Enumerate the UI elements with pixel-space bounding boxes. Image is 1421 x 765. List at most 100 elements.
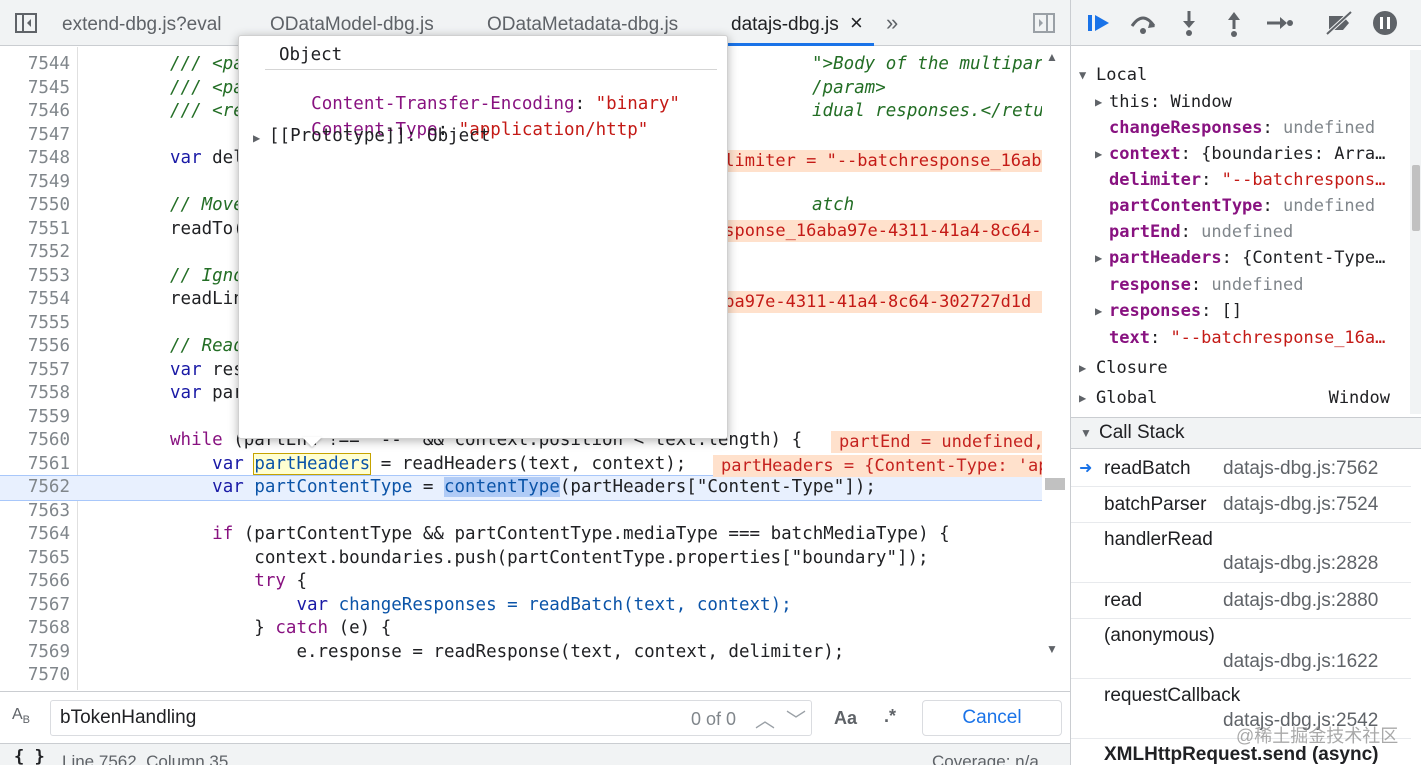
match-case-button[interactable]: Aa [834,708,857,729]
code-line[interactable]: 7564 if (partContentType && partContentT… [0,523,1042,547]
frame-location[interactable]: datajs-dbg.js:2828 [1223,553,1378,575]
frame-location[interactable]: datajs-dbg.js:7524 [1223,494,1378,516]
scroll-up-icon[interactable]: ▲ [1046,50,1058,64]
scope-variable-response[interactable]: response: undefined [1071,272,1411,298]
line-number[interactable]: 7562 [0,476,70,500]
line-number[interactable]: 7553 [0,265,70,289]
search-previous-icon[interactable]: ︿ [755,704,775,733]
line-number[interactable]: 7548 [0,147,70,171]
line-number[interactable]: 7561 [0,453,70,477]
code-line[interactable]: 7570 [0,664,1042,688]
code-line[interactable]: 7568 } catch (e) { [0,617,1042,641]
call-frame-handlerRead[interactable]: handlerRead datajs-dbg.js:2828 [1071,523,1411,583]
expand-variable-icon[interactable]: ▶ [1095,245,1102,271]
code-line[interactable]: 7563 [0,500,1042,524]
collapse-local-icon[interactable]: ▼ [1079,62,1086,88]
step-over-icon[interactable] [1127,8,1159,38]
line-number[interactable]: 7545 [0,77,70,101]
call-frame-readBatch[interactable]: ➜ readBatch datajs-dbg.js:7562 [1071,451,1411,487]
sidebar-scroll-thumb[interactable] [1412,165,1420,231]
scope-variable-partContentType[interactable]: partContentType: undefined [1071,193,1411,219]
expand-closure-icon[interactable]: ▶ [1079,355,1086,381]
tab-odatamodel-dbg[interactable]: ODataModel-dbg.js [270,14,434,36]
collapse-call-stack-icon[interactable]: ▼ [1080,418,1092,448]
expand-variable-icon[interactable]: ▶ [1095,89,1102,115]
line-number[interactable]: 7567 [0,594,70,618]
vertical-scroll-thumb[interactable] [1045,478,1065,490]
scope-local-header[interactable]: ▼ Local [1071,62,1411,88]
line-number[interactable]: 7549 [0,171,70,195]
line-number[interactable]: 7555 [0,312,70,336]
line-number[interactable]: 7560 [0,429,70,453]
step-out-icon[interactable] [1218,8,1250,38]
scope-variable-text[interactable]: text: "--batchresponse_16a… [1071,325,1411,351]
line-number[interactable]: 7547 [0,124,70,148]
scope-global-header[interactable]: ▶ Global Window [1071,385,1410,411]
line-number[interactable]: 7552 [0,241,70,265]
scope-variable-delimiter[interactable]: delimiter: "--batchrespons… [1071,167,1411,193]
scope-closure-header[interactable]: ▶ Closure [1071,355,1411,381]
tab-odatametadata-dbg[interactable]: ODataMetadata-dbg.js [487,14,678,36]
code-line[interactable]: 7565 context.boundaries.push(partContent… [0,547,1042,571]
line-number[interactable]: 7558 [0,382,70,406]
frame-location[interactable]: datajs-dbg.js:2880 [1223,590,1378,612]
close-tab-icon[interactable]: × [850,10,863,36]
popover-prototype-row[interactable]: [[Prototype]]: Object [269,126,490,146]
line-number[interactable]: 7554 [0,288,70,312]
toggle-navigator-icon[interactable] [14,12,38,34]
scope-variable-context[interactable]: ▶ context: {boundaries: Arra… [1071,141,1411,167]
code-line[interactable]: 7566 try { [0,570,1042,594]
call-frame-anonymous[interactable]: (anonymous) datajs-dbg.js:1622 [1071,619,1411,679]
line-number[interactable]: 7550 [0,194,70,218]
scope-variable-this[interactable]: ▶ this: Window [1071,89,1411,115]
replace-toggle-icon[interactable]: AB [12,706,30,726]
call-frame-read[interactable]: read datajs-dbg.js:2880 [1071,583,1411,619]
line-number[interactable]: 7565 [0,547,70,571]
scope-variable-partHeaders[interactable]: ▶ partHeaders: {Content-Type… [1071,245,1411,271]
line-number[interactable]: 7568 [0,617,70,641]
frame-location[interactable]: datajs-dbg.js:1622 [1223,651,1378,673]
step-into-icon[interactable] [1173,8,1205,38]
expand-variable-icon[interactable]: ▶ [1095,298,1102,324]
step-icon[interactable] [1263,8,1295,38]
code-text: var changeResponses = readBatch(text, co… [296,594,792,615]
more-tabs-icon[interactable]: » [886,10,898,36]
resume-icon[interactable] [1083,8,1115,38]
cancel-search-button[interactable]: Cancel [922,700,1062,736]
scroll-down-icon[interactable]: ▼ [1046,642,1058,656]
scope-variable-responses[interactable]: ▶ responses: [] [1071,298,1411,324]
expand-global-icon[interactable]: ▶ [1079,385,1086,411]
line-number[interactable]: 7570 [0,664,70,688]
frame-location[interactable]: datajs-dbg.js:7562 [1223,458,1378,480]
sidebar-scrollbar[interactable] [1410,50,1421,414]
code-line[interactable]: 7567 var changeResponses = readBatch(tex… [0,594,1042,618]
line-number[interactable]: 7556 [0,335,70,359]
tab-extend-dbg[interactable]: extend-dbg.js?eval [62,14,222,36]
current-execution-line[interactable]: 7562 var partContentType = contentType(p… [0,475,1042,501]
call-frame-batchParser[interactable]: batchParser datajs-dbg.js:7524 [1071,487,1411,523]
line-number[interactable]: 7551 [0,218,70,242]
expand-variable-icon[interactable]: ▶ [1095,141,1102,167]
toggle-debugger-icon[interactable] [1032,12,1056,34]
pause-on-exceptions-icon[interactable] [1369,8,1401,38]
line-number[interactable]: 7564 [0,523,70,547]
line-number[interactable]: 7566 [0,570,70,594]
line-number[interactable]: 7559 [0,406,70,430]
tab-datajs-dbg[interactable]: datajs-dbg.js [731,14,839,36]
call-stack-header[interactable]: ▼ Call Stack [1071,417,1421,449]
code-line[interactable]: 7569 e.response = readResponse(text, con… [0,641,1042,665]
scope-variable-partEnd[interactable]: partEnd: undefined [1071,219,1411,245]
line-number[interactable]: 7557 [0,359,70,383]
line-number[interactable]: 7563 [0,500,70,524]
pretty-print-icon[interactable]: { } [14,747,45,765]
expand-prototype-icon[interactable]: ▶ [253,131,260,145]
object-preview-popover[interactable]: Object Content-Transfer-Encoding: "binar… [238,35,728,439]
search-next-icon[interactable]: ﹀ [786,704,806,733]
variable-name: text [1109,328,1150,348]
line-number[interactable]: 7569 [0,641,70,665]
regex-button[interactable]: .* [884,706,896,727]
line-number[interactable]: 7544 [0,53,70,77]
scope-variable-changeResponses[interactable]: changeResponses: undefined [1071,115,1411,141]
line-number[interactable]: 7546 [0,100,70,124]
deactivate-breakpoints-icon[interactable] [1323,8,1355,38]
